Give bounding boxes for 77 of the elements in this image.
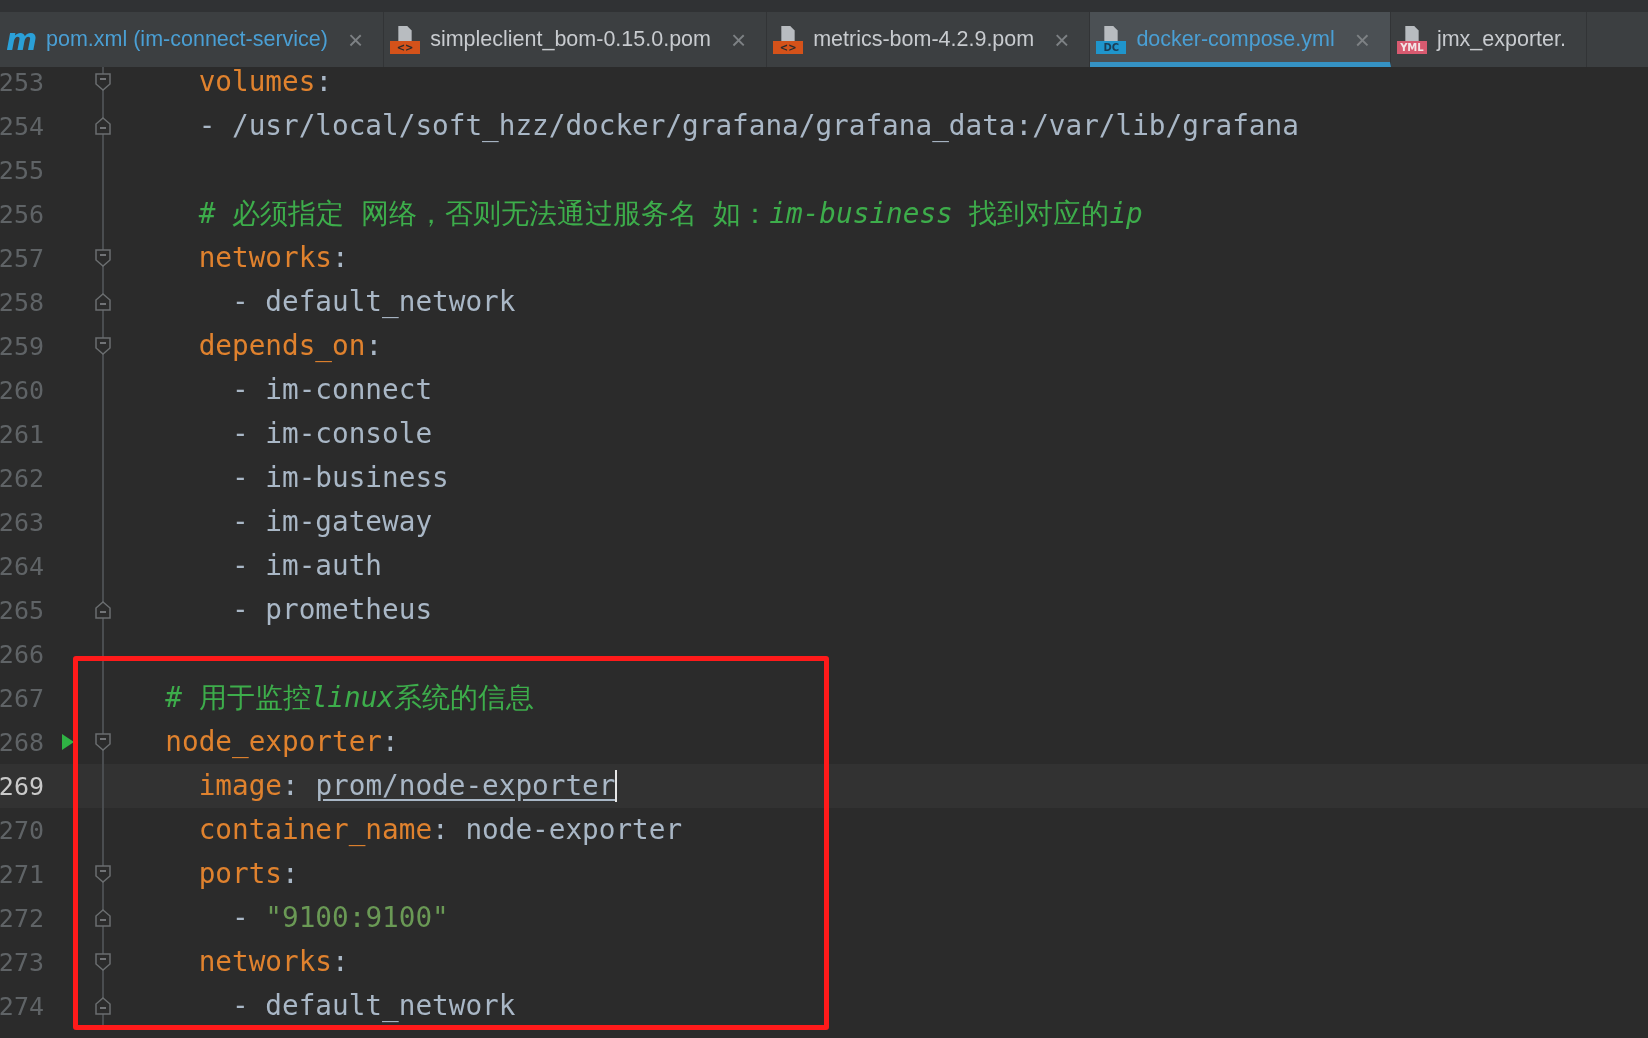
code-text: - im-auth [231,549,383,583]
colon: : [315,65,333,99]
line-number: 262 [0,463,44,493]
colon: : [365,329,383,363]
fold-icon[interactable] [95,117,111,135]
yaml-key: networks [132,945,333,979]
yaml-key: networks [132,241,333,275]
fold-icon[interactable] [95,293,111,311]
fold-icon[interactable] [95,997,111,1015]
line-number: 274 [0,991,44,1021]
code-text: - prometheus [231,593,433,627]
file-type-label: YML [1396,40,1427,54]
code-text: - im-gateway [231,505,433,539]
yaml-key: ports [132,857,283,891]
fold-icon[interactable] [95,73,111,91]
fold-icon[interactable] [95,249,111,267]
image-link[interactable]: prom/node-exporter [315,769,616,803]
line-number: 272 [0,903,44,933]
colon: : [282,857,299,891]
line-number: 255 [0,155,44,185]
close-icon[interactable]: × [1354,26,1370,53]
code-comment: # 必须指定 网络，否则无法通过服务名 如：im-business 找到对应的ip [197,197,1143,231]
line-number: 257 [0,243,44,273]
line-number: 271 [0,859,44,889]
fold-icon[interactable] [95,953,111,971]
colon: : [382,725,399,759]
yaml-key: container_name [132,813,433,847]
yaml-key: image [132,769,283,803]
yaml-key: node_exporter [132,725,383,759]
code-text: - /usr/local/soft_hzz/docker/grafana/grafana_data:/var/lib/grafana [197,109,1299,143]
line-number: 261 [0,419,44,449]
fold-icon[interactable] [95,601,111,619]
colon: : [432,813,450,847]
file-type-label: <> [773,40,804,54]
code-text: - default_network [231,285,516,319]
code-text: - im-business [231,461,449,495]
close-icon[interactable]: × [347,26,364,53]
fold-icon[interactable] [95,865,111,883]
line-number: 266 [0,639,44,669]
editor-tab[interactable]: YML jmx_exporter. [1390,12,1587,67]
line-number: 260 [0,375,44,405]
file-type-label: m [6,25,38,54]
line-number: 258 [0,287,44,317]
line-number: 273 [0,947,44,977]
editor-tab[interactable]: <> metrics-bom-4.2.9.pom × [767,12,1091,67]
code-text: - [231,901,250,935]
close-icon[interactable]: × [730,26,747,53]
string-literal: "9100:9100" [265,901,449,935]
line-number: 267 [0,683,44,713]
line-number: 253 [0,67,44,97]
line-number: 256 [0,199,44,229]
fold-icon[interactable] [95,337,111,355]
editor-tab[interactable]: <> simpleclient_bom-0.15.0.pom × [384,12,768,67]
line-number: 259 [0,331,44,361]
yaml-key: volumes [132,65,316,99]
code-text: - im-console [231,417,433,451]
close-icon[interactable]: × [1054,26,1070,53]
yaml-key: depends_on [132,329,366,363]
line-number: 264 [0,551,44,581]
colon: : [332,241,349,275]
fold-icon[interactable] [95,909,111,927]
colon: : [282,769,300,803]
line-number: 268 [0,727,44,757]
line-number: 269 [0,771,44,801]
line-number: 263 [0,507,44,537]
line-number: 265 [0,595,44,625]
line-number: 254 [0,111,44,141]
colon: : [332,945,349,979]
code-text: - default_network [231,989,516,1023]
editor-tab[interactable]: DC docker-compose.yml × [1090,12,1391,67]
code-comment: # 用于监控linux系统的信息 [164,681,535,715]
file-type-label: DC [1096,40,1127,54]
code-text: - im-connect [231,373,433,407]
line-number: 270 [0,815,44,845]
code-text: node-exporter [465,813,683,847]
fold-icon[interactable] [95,733,111,751]
file-type-label: <> [390,40,421,54]
